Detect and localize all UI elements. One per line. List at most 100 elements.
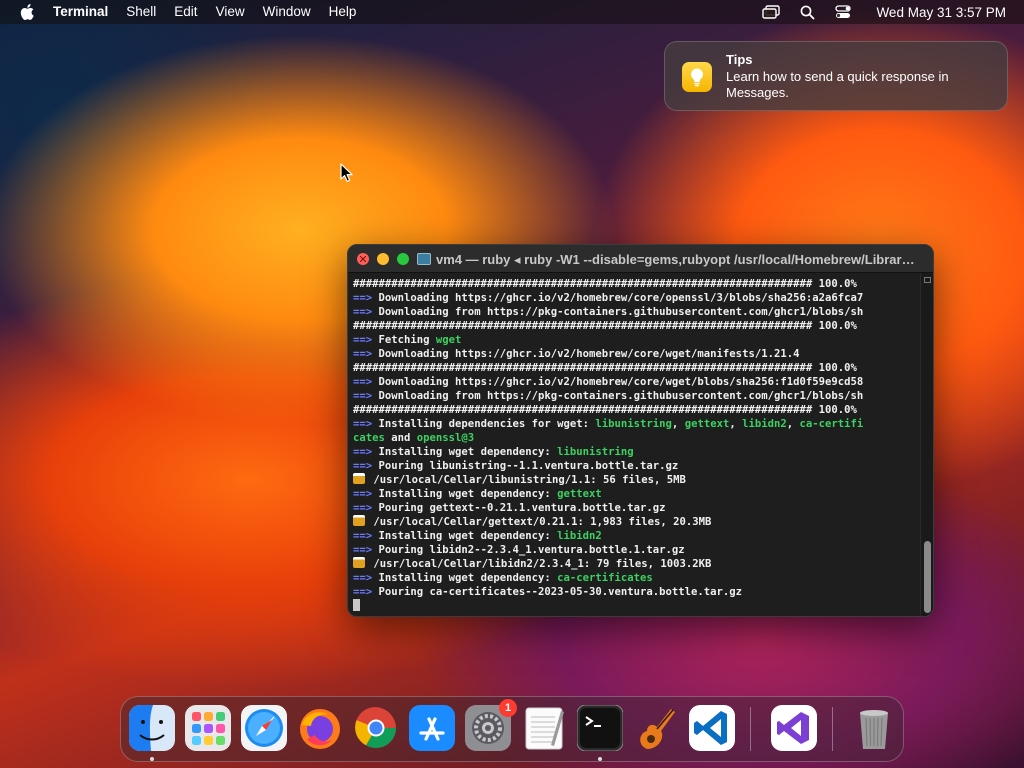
output-text: Downloading https://ghcr.io/v2/homebrew/… (372, 292, 864, 304)
dock-separator (750, 707, 751, 751)
control-center-icon[interactable] (834, 4, 852, 20)
dock-launchpad[interactable] (185, 705, 231, 751)
package-name: openssl@3 (416, 432, 475, 444)
package-name: libunistring (557, 446, 634, 458)
folder-proxy-icon[interactable] (417, 253, 431, 265)
output-arrow: ==> (353, 306, 373, 318)
menu-app-terminal[interactable]: Terminal (53, 0, 117, 24)
output-text: , (786, 418, 800, 430)
launchpad-icon (185, 705, 231, 755)
terminal-scrollbar[interactable] (920, 273, 933, 616)
package-name: gettext (557, 488, 602, 500)
safari-icon (241, 705, 287, 755)
notification-title: Tips (726, 52, 753, 67)
beer-mug-icon (353, 515, 365, 526)
dock-visual-studio[interactable] (771, 705, 817, 751)
dock-finder[interactable] (129, 705, 175, 751)
menu-window[interactable]: Window (254, 0, 320, 24)
terminal-prompt-line (353, 599, 922, 613)
output-text: Downloading from https://pkg-containers.… (372, 306, 864, 318)
menu-bar-clock[interactable]: Wed May 31 3:57 PM (876, 5, 1006, 20)
package-name: libunistring (595, 418, 672, 430)
output-arrow: ==> (353, 334, 373, 346)
output-arrow: ==> (353, 572, 373, 584)
output-text: /usr/local/Cellar/libidn2/2.3.4_1: 79 fi… (367, 558, 712, 570)
dock: 1 (120, 696, 904, 762)
menu-shell[interactable]: Shell (117, 0, 165, 24)
terminal-icon (576, 704, 624, 755)
output-arrow: ==> (353, 376, 373, 388)
dock-app-store[interactable] (409, 705, 455, 751)
output-text: Installing wget dependency: (372, 488, 558, 500)
terminal-output[interactable]: ########################################… (348, 273, 922, 616)
terminal-title: vm4 — ruby ◂ ruby -W1 --disable=gems,rub… (436, 252, 915, 267)
window-zoom-button[interactable] (397, 253, 409, 265)
dock-vscode[interactable] (689, 705, 735, 751)
terminal-line: ==> Installing dependencies for wget: li… (353, 417, 922, 431)
output-text: Fetching (372, 334, 436, 346)
terminal-line: ==> Installing wget dependency: libidn2 (353, 529, 922, 543)
apple-menu-icon[interactable] (18, 3, 36, 21)
dock-firefox[interactable] (297, 705, 343, 751)
output-text: and (384, 432, 417, 444)
terminal-line: ########################################… (353, 277, 922, 291)
terminal-line: ==> Downloading from https://pkg-contain… (353, 389, 922, 403)
output-text: ########################################… (353, 320, 857, 332)
scrollbar-thumb[interactable] (924, 541, 931, 613)
output-arrow: ==> (353, 544, 373, 556)
dock-chrome[interactable] (353, 705, 399, 751)
output-arrow: ==> (353, 502, 373, 514)
output-text: ########################################… (353, 278, 857, 290)
beer-mug-icon (353, 557, 365, 568)
package-name: gettext (684, 418, 730, 430)
package-name: libidn2 (557, 530, 602, 542)
system-settings-icon (465, 705, 511, 755)
menu-bar: Terminal Shell Edit View Window Help Wed… (0, 0, 1024, 24)
terminal-line: cates and openssl@3 (353, 431, 922, 445)
terminal-line: ==> Installing wget dependency: libunist… (353, 445, 922, 459)
output-arrow: ==> (353, 418, 373, 430)
app-store-icon (409, 705, 455, 755)
beer-mug-icon (353, 473, 365, 484)
terminal-window[interactable]: vm4 — ruby ◂ ruby -W1 --disable=gems,rub… (347, 244, 934, 617)
terminal-line: ########################################… (353, 319, 922, 333)
terminal-line: ==> Pouring gettext--0.21.1.ventura.bott… (353, 501, 922, 515)
menu-edit[interactable]: Edit (165, 0, 206, 24)
menu-view[interactable]: View (207, 0, 254, 24)
output-text: , (729, 418, 743, 430)
visual-studio-icon (771, 705, 817, 755)
output-text: Downloading https://ghcr.io/v2/homebrew/… (372, 376, 864, 388)
vscode-icon (689, 705, 735, 755)
chrome-icon (353, 707, 399, 755)
dock-safari[interactable] (241, 705, 287, 751)
output-text: Downloading from https://pkg-containers.… (372, 390, 864, 402)
spotlight-search-icon[interactable] (798, 4, 816, 20)
package-name: cates (353, 432, 385, 444)
screen-mirroring-icon[interactable] (762, 4, 781, 20)
finder-icon (129, 705, 175, 755)
output-text: Installing wget dependency: (372, 572, 558, 584)
dock-terminal[interactable] (576, 704, 624, 752)
tips-lightbulb-icon (682, 62, 712, 92)
window-close-button[interactable] (357, 253, 369, 265)
output-text: Installing wget dependency: (372, 446, 558, 458)
terminal-line: ########################################… (353, 403, 922, 417)
output-text: ########################################… (353, 362, 857, 374)
running-indicator (598, 757, 602, 761)
terminal-line: ########################################… (353, 361, 922, 375)
dock-garageband[interactable] (633, 705, 679, 751)
terminal-line: ==> Downloading https://ghcr.io/v2/homeb… (353, 291, 922, 305)
terminal-titlebar[interactable]: vm4 — ruby ◂ ruby -W1 --disable=gems,rub… (348, 245, 933, 273)
terminal-line: ==> Downloading from https://pkg-contain… (353, 305, 922, 319)
dock-textedit[interactable] (521, 705, 567, 751)
output-arrow: ==> (353, 446, 373, 458)
window-minimize-button[interactable] (377, 253, 389, 265)
tips-notification[interactable]: Tips Learn how to send a quick response … (664, 41, 1008, 111)
scroll-up-icon[interactable] (924, 277, 931, 283)
dock-system-settings[interactable]: 1 (465, 699, 517, 751)
output-text: /usr/local/Cellar/libunistring/1.1: 56 f… (367, 474, 686, 486)
terminal-line: ==> Downloading https://ghcr.io/v2/homeb… (353, 347, 922, 361)
dock-trash[interactable] (851, 705, 897, 751)
menu-help[interactable]: Help (320, 0, 366, 24)
output-text: /usr/local/Cellar/gettext/0.21.1: 1,983 … (367, 516, 712, 528)
